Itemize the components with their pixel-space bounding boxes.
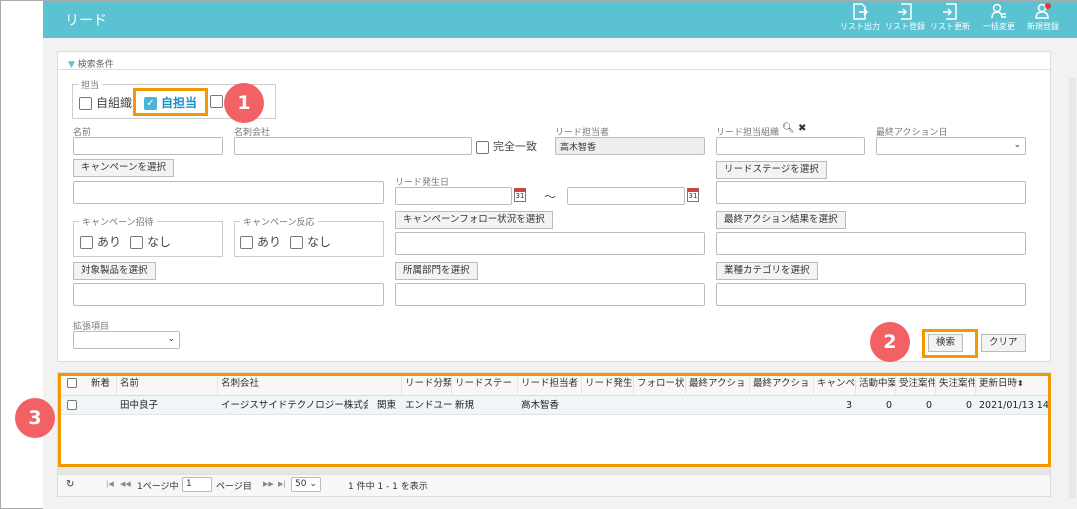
own-org-checkbox[interactable]: 自組織: [79, 94, 132, 111]
checkbox-box[interactable]: [80, 236, 93, 249]
department-select-button[interactable]: 所属部門を選択: [395, 262, 478, 280]
industry-field[interactable]: [716, 283, 1026, 306]
stage-field[interactable]: [716, 181, 1026, 204]
campaign-follow-field[interactable]: [395, 232, 705, 255]
app-header: リード リスト出力 リスト登録 リスト更新 一括変更 新規登録: [43, 1, 1077, 38]
divider: [58, 69, 1050, 70]
response-yes-checkbox[interactable]: あり: [240, 233, 281, 250]
lead-date-to-input[interactable]: [567, 187, 685, 205]
horizontal-scrollbar[interactable]: [58, 466, 1050, 474]
invite-no-checkbox[interactable]: なし: [130, 233, 171, 250]
response-no-checkbox[interactable]: なし: [290, 233, 331, 250]
list-register-button[interactable]: リスト登録: [885, 3, 925, 32]
search-button[interactable]: 検索: [928, 334, 964, 352]
clear-x-icon[interactable]: ✖︎: [798, 123, 806, 134]
next-page-icon[interactable]: ▶▶: [263, 480, 274, 488]
export-icon: [853, 3, 868, 20]
stage-select-button[interactable]: リードステージを選択: [716, 161, 827, 179]
list-export-button[interactable]: リスト出力: [840, 3, 880, 32]
campaign-select-button[interactable]: キャンペーンを選択: [73, 159, 175, 177]
checkbox-box[interactable]: [130, 236, 143, 249]
product-select-button[interactable]: 対象製品を選択: [73, 262, 156, 280]
first-page-icon[interactable]: |◀: [106, 480, 114, 488]
per-page-select[interactable]: 50 ⌄: [291, 477, 321, 492]
search-icon[interactable]: 🔍︎: [782, 123, 795, 134]
bulk-change-button[interactable]: 一括変更: [983, 3, 1015, 32]
result-summary: 1 件中 1 - 1 を表示: [348, 482, 428, 492]
vertical-scrollbar[interactable]: [1069, 78, 1076, 498]
highlight-box-3: [58, 373, 1051, 467]
last-action-result-select-button[interactable]: 最終アクション結果を選択: [716, 211, 846, 229]
checkbox-box[interactable]: [240, 236, 253, 249]
industry-select-button[interactable]: 業種カテゴリを選択: [716, 262, 818, 280]
new-register-button[interactable]: 新規登録: [1027, 3, 1059, 32]
exact-match-checkbox[interactable]: 完全一致: [476, 138, 537, 154]
page-suffix: ページ目: [216, 482, 252, 492]
checkbox-box[interactable]: [79, 97, 92, 110]
product-field[interactable]: [73, 283, 384, 306]
new-register-icon: [1035, 3, 1051, 19]
checkbox-box[interactable]: [290, 236, 303, 249]
calendar-to-icon[interactable]: 31: [687, 188, 699, 202]
callout-3: 3: [15, 398, 55, 438]
list-update-button[interactable]: リスト更新: [930, 3, 970, 32]
lead-org-input[interactable]: [716, 137, 865, 155]
department-field[interactable]: [395, 283, 705, 306]
last-action-date-select[interactable]: ⌄: [876, 137, 1026, 155]
page-title: リード: [65, 13, 107, 29]
bulk-change-icon: [991, 3, 1006, 19]
refresh-icon[interactable]: ↻: [66, 479, 74, 490]
search-panel: ▼ 検索条件 担当 自組織 ✓ 自担当 1 名前 名刺会社 完全一致 リード担当者…: [57, 51, 1051, 362]
checkbox-box[interactable]: [476, 140, 489, 154]
lead-owner-field[interactable]: 高木智香: [555, 137, 705, 155]
clear-button[interactable]: クリア: [981, 334, 1026, 352]
page-prefix: 1ページ中: [137, 482, 179, 492]
list-register-icon: [898, 3, 912, 20]
campaign-follow-select-button[interactable]: キャンペーンフォロー状況を選択: [395, 211, 553, 229]
lead-date-from-input[interactable]: [395, 187, 512, 205]
calendar-from-icon[interactable]: 31: [514, 188, 526, 202]
invite-yes-checkbox[interactable]: あり: [80, 233, 121, 250]
chevron-down-icon: ⌄: [1013, 140, 1021, 150]
name-input[interactable]: [73, 137, 223, 155]
extended-select[interactable]: ⌄: [73, 331, 180, 349]
pager-bar: ↻ |◀ ◀◀ 1ページ中 1 ページ目 ▶▶ ▶| 50 ⌄ 1 件中 1 -…: [58, 474, 1050, 496]
highlight-box-1: [133, 88, 208, 116]
owner-legend: 担当: [78, 78, 103, 91]
chevron-down-icon: ⌄: [167, 334, 175, 344]
range-tilde: 〜: [544, 190, 557, 204]
main-area: ▼ 検索条件 担当 自組織 ✓ 自担当 1 名前 名刺会社 完全一致 リード担当者…: [15, 38, 1077, 509]
list-update-icon: [943, 3, 957, 20]
callout-1: 1: [224, 83, 264, 123]
prev-page-icon[interactable]: ◀◀: [120, 480, 131, 488]
last-page-icon[interactable]: ▶|: [278, 480, 286, 488]
company-input[interactable]: [234, 137, 472, 155]
checkbox-box[interactable]: [210, 95, 223, 108]
campaign-field[interactable]: [73, 181, 384, 204]
page-input[interactable]: 1: [182, 477, 212, 492]
callout-2: 2: [870, 322, 910, 362]
last-action-result-field[interactable]: [716, 232, 1026, 255]
